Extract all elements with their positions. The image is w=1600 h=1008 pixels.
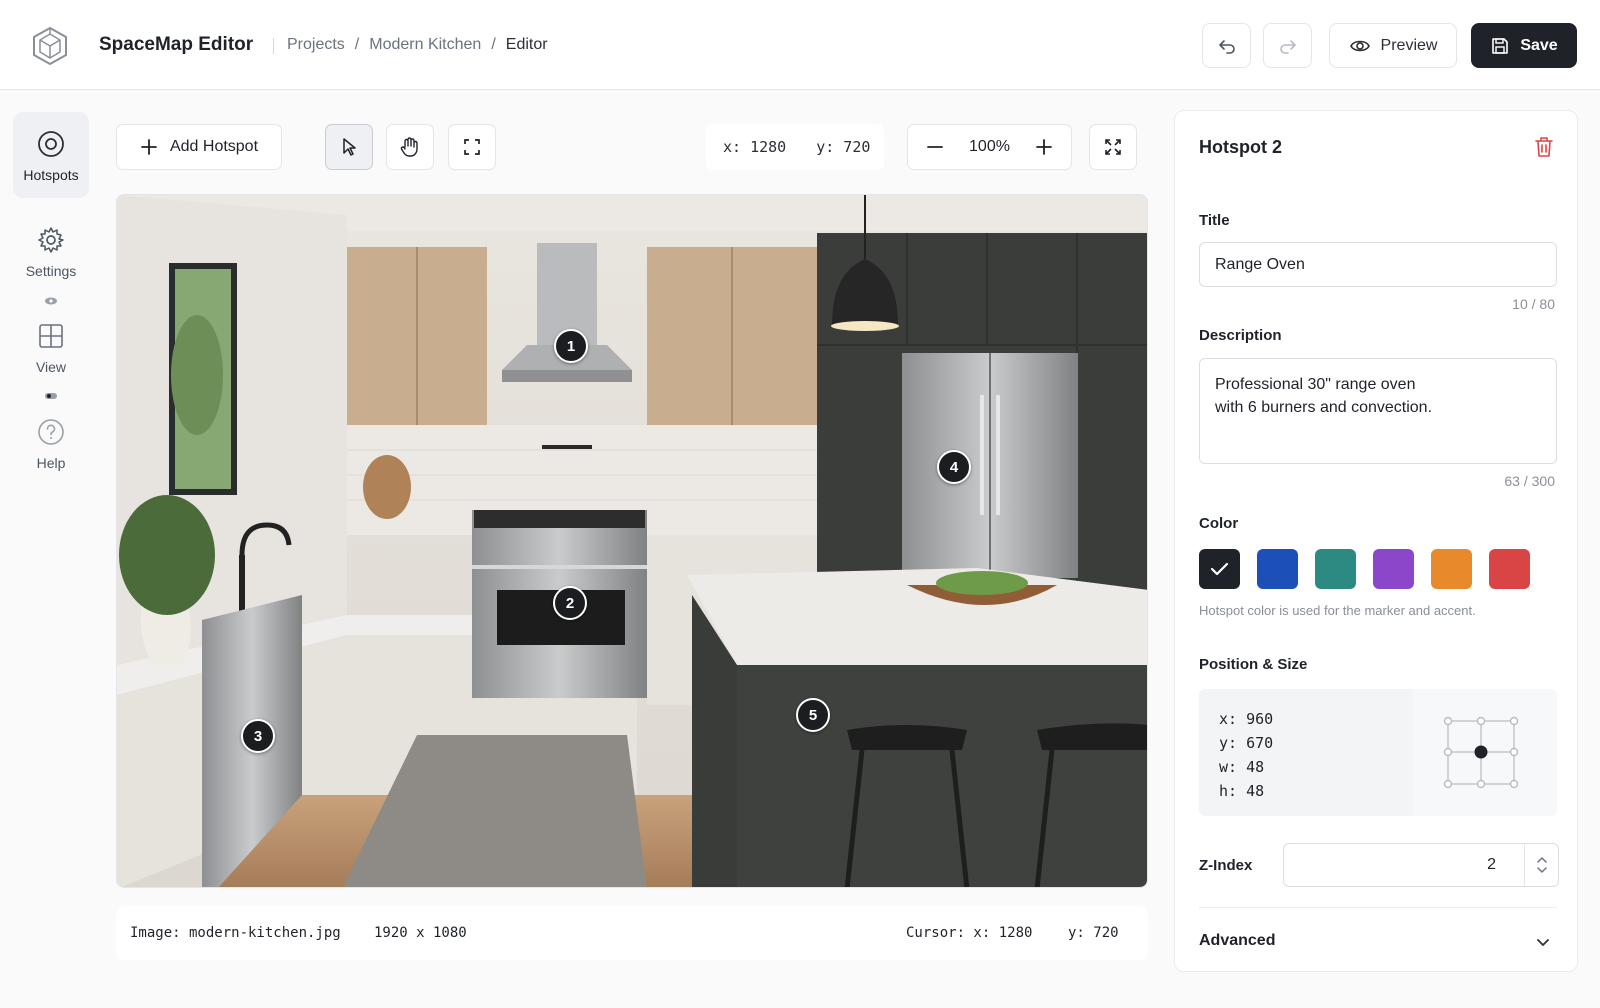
breadcrumb-separator: / (354, 36, 360, 53)
eye-icon (1349, 40, 1370, 51)
zindex-value: 2 (1487, 856, 1496, 873)
pan-tool-button[interactable] (386, 124, 434, 170)
color-swatch[interactable] (1315, 549, 1356, 589)
color-label: Color (1199, 515, 1239, 532)
zindex-input[interactable]: 2 (1283, 843, 1559, 887)
color-swatch[interactable] (1373, 549, 1414, 589)
fullscreen-icon (1105, 139, 1121, 155)
fullscreen-button[interactable] (1089, 124, 1137, 170)
hotspot-marker[interactable]: 3 (241, 719, 275, 753)
save-icon (1492, 37, 1509, 54)
coord-x: x: 1280 (723, 138, 787, 156)
pos-x: x: 960 (1219, 710, 1274, 728)
description-label: Description (1199, 327, 1282, 344)
select-tool-button[interactable] (325, 124, 373, 170)
title-divider (273, 38, 274, 54)
add-hotspot-button[interactable]: Add Hotspot (116, 124, 282, 170)
app-logo-icon (33, 26, 67, 66)
check-icon (1210, 562, 1229, 576)
status-bar: Image: modern-kitchen.jpg 1920 x 1080 Cu… (116, 906, 1148, 960)
rail-item-view[interactable]: View (13, 304, 89, 390)
hotspot-marker[interactable]: 2 (553, 586, 587, 620)
frame-tool-button[interactable] (448, 124, 496, 170)
color-swatch[interactable] (1431, 549, 1472, 589)
title-input[interactable] (1199, 242, 1557, 287)
color-hint: Hotspot color is used for the marker and… (1199, 603, 1476, 618)
advanced-divider (1199, 907, 1557, 908)
anchor-grid-icon (1443, 716, 1519, 789)
hotspot-properties-panel: Hotspot 2 Title 10 / 80 Description Prof… (1174, 110, 1578, 972)
hotspot-marker[interactable]: 5 (796, 698, 830, 732)
color-swatch-selected[interactable] (1199, 549, 1240, 589)
zindex-label: Z-Index (1199, 857, 1253, 874)
target-icon (38, 131, 64, 157)
rail-item-hotspots[interactable]: Hotspots (13, 112, 89, 198)
breadcrumb-projects[interactable]: Projects (287, 36, 345, 54)
save-button[interactable]: Save (1471, 23, 1577, 68)
anchor-grid[interactable] (1413, 689, 1557, 816)
pos-h: h: 48 (1219, 782, 1265, 800)
rail-item-settings[interactable]: Settings (13, 208, 89, 294)
trash-icon[interactable] (1533, 135, 1555, 159)
chevron-down-icon[interactable] (1535, 934, 1551, 950)
advanced-section-toggle[interactable]: Advanced (1199, 932, 1275, 950)
rail-label-hotspots: Hotspots (23, 167, 79, 183)
toggle-small-icon (45, 393, 57, 399)
pos-y: y: 670 (1219, 734, 1274, 752)
zoom-control: 100% (907, 124, 1072, 170)
status-image-dimensions: 1920 x 1080 (374, 925, 467, 941)
image-canvas[interactable]: 1 2 3 4 5 (116, 194, 1148, 888)
rail-label-view: View (35, 359, 67, 375)
title-label: Title (1199, 212, 1230, 229)
coordinate-readout: x: 1280 y: 720 (706, 124, 884, 170)
status-cursor-x: Cursor: x: 1280 (906, 925, 1033, 941)
zoom-out-icon[interactable] (926, 138, 944, 156)
kitchen-image (117, 195, 1147, 887)
hotspot-marker[interactable]: 1 (554, 329, 588, 363)
coord-y: y: 720 (816, 138, 871, 156)
hotspot-marker[interactable]: 4 (937, 450, 971, 484)
save-label: Save (1520, 36, 1558, 54)
top-bar: SpaceMap Editor Projects / Modern Kitche… (0, 0, 1600, 90)
color-swatch[interactable] (1257, 549, 1298, 589)
zindex-stepper[interactable] (1524, 844, 1558, 886)
rail-item-help[interactable]: Help (13, 400, 89, 486)
status-cursor-y: y: 720 (1068, 925, 1119, 941)
pos-w: w: 48 (1219, 758, 1265, 776)
position-size-box: x: 960 y: 670 w: 48 h: 48 (1199, 689, 1557, 816)
preview-button[interactable]: Preview (1329, 23, 1457, 68)
add-hotspot-label: Add Hotspot (169, 138, 259, 155)
hand-icon (400, 137, 418, 157)
undo-icon (1218, 39, 1235, 54)
description-counter: 63 / 300 (1504, 473, 1555, 489)
breadcrumb: Projects / Modern Kitchen / Editor (287, 36, 548, 54)
breadcrumb-modern-kitchen[interactable]: Modern Kitchen (369, 36, 481, 54)
position-values: x: 960 y: 670 w: 48 h: 48 (1219, 707, 1273, 803)
redo-button[interactable] (1263, 23, 1312, 68)
zoom-level: 100% (969, 138, 1010, 155)
stepper-icon (1536, 857, 1547, 873)
description-textarea[interactable]: Professional 30" range oven with 6 burne… (1199, 358, 1557, 464)
zoom-in-icon[interactable] (1035, 138, 1053, 156)
position-size-label: Position & Size (1199, 656, 1308, 673)
undo-button[interactable] (1202, 23, 1251, 68)
rail-label-settings: Settings (25, 263, 77, 279)
grid-icon (39, 324, 63, 348)
help-icon (38, 419, 64, 445)
color-swatch[interactable] (1489, 549, 1530, 589)
redo-icon (1279, 39, 1296, 54)
panel-title: Hotspot 2 (1199, 137, 1282, 157)
rail-label-help: Help (36, 455, 66, 471)
app-title: SpaceMap Editor (99, 34, 254, 55)
frame-icon (464, 139, 480, 155)
breadcrumb-editor: Editor (505, 36, 548, 53)
preview-label: Preview (1380, 36, 1438, 54)
gear-icon (38, 227, 64, 253)
breadcrumb-separator: / (491, 36, 496, 53)
title-counter: 10 / 80 (1512, 296, 1555, 312)
plus-icon (141, 139, 157, 155)
status-image-name: Image: modern-kitchen.jpg (130, 925, 341, 941)
cursor-icon (343, 138, 356, 156)
